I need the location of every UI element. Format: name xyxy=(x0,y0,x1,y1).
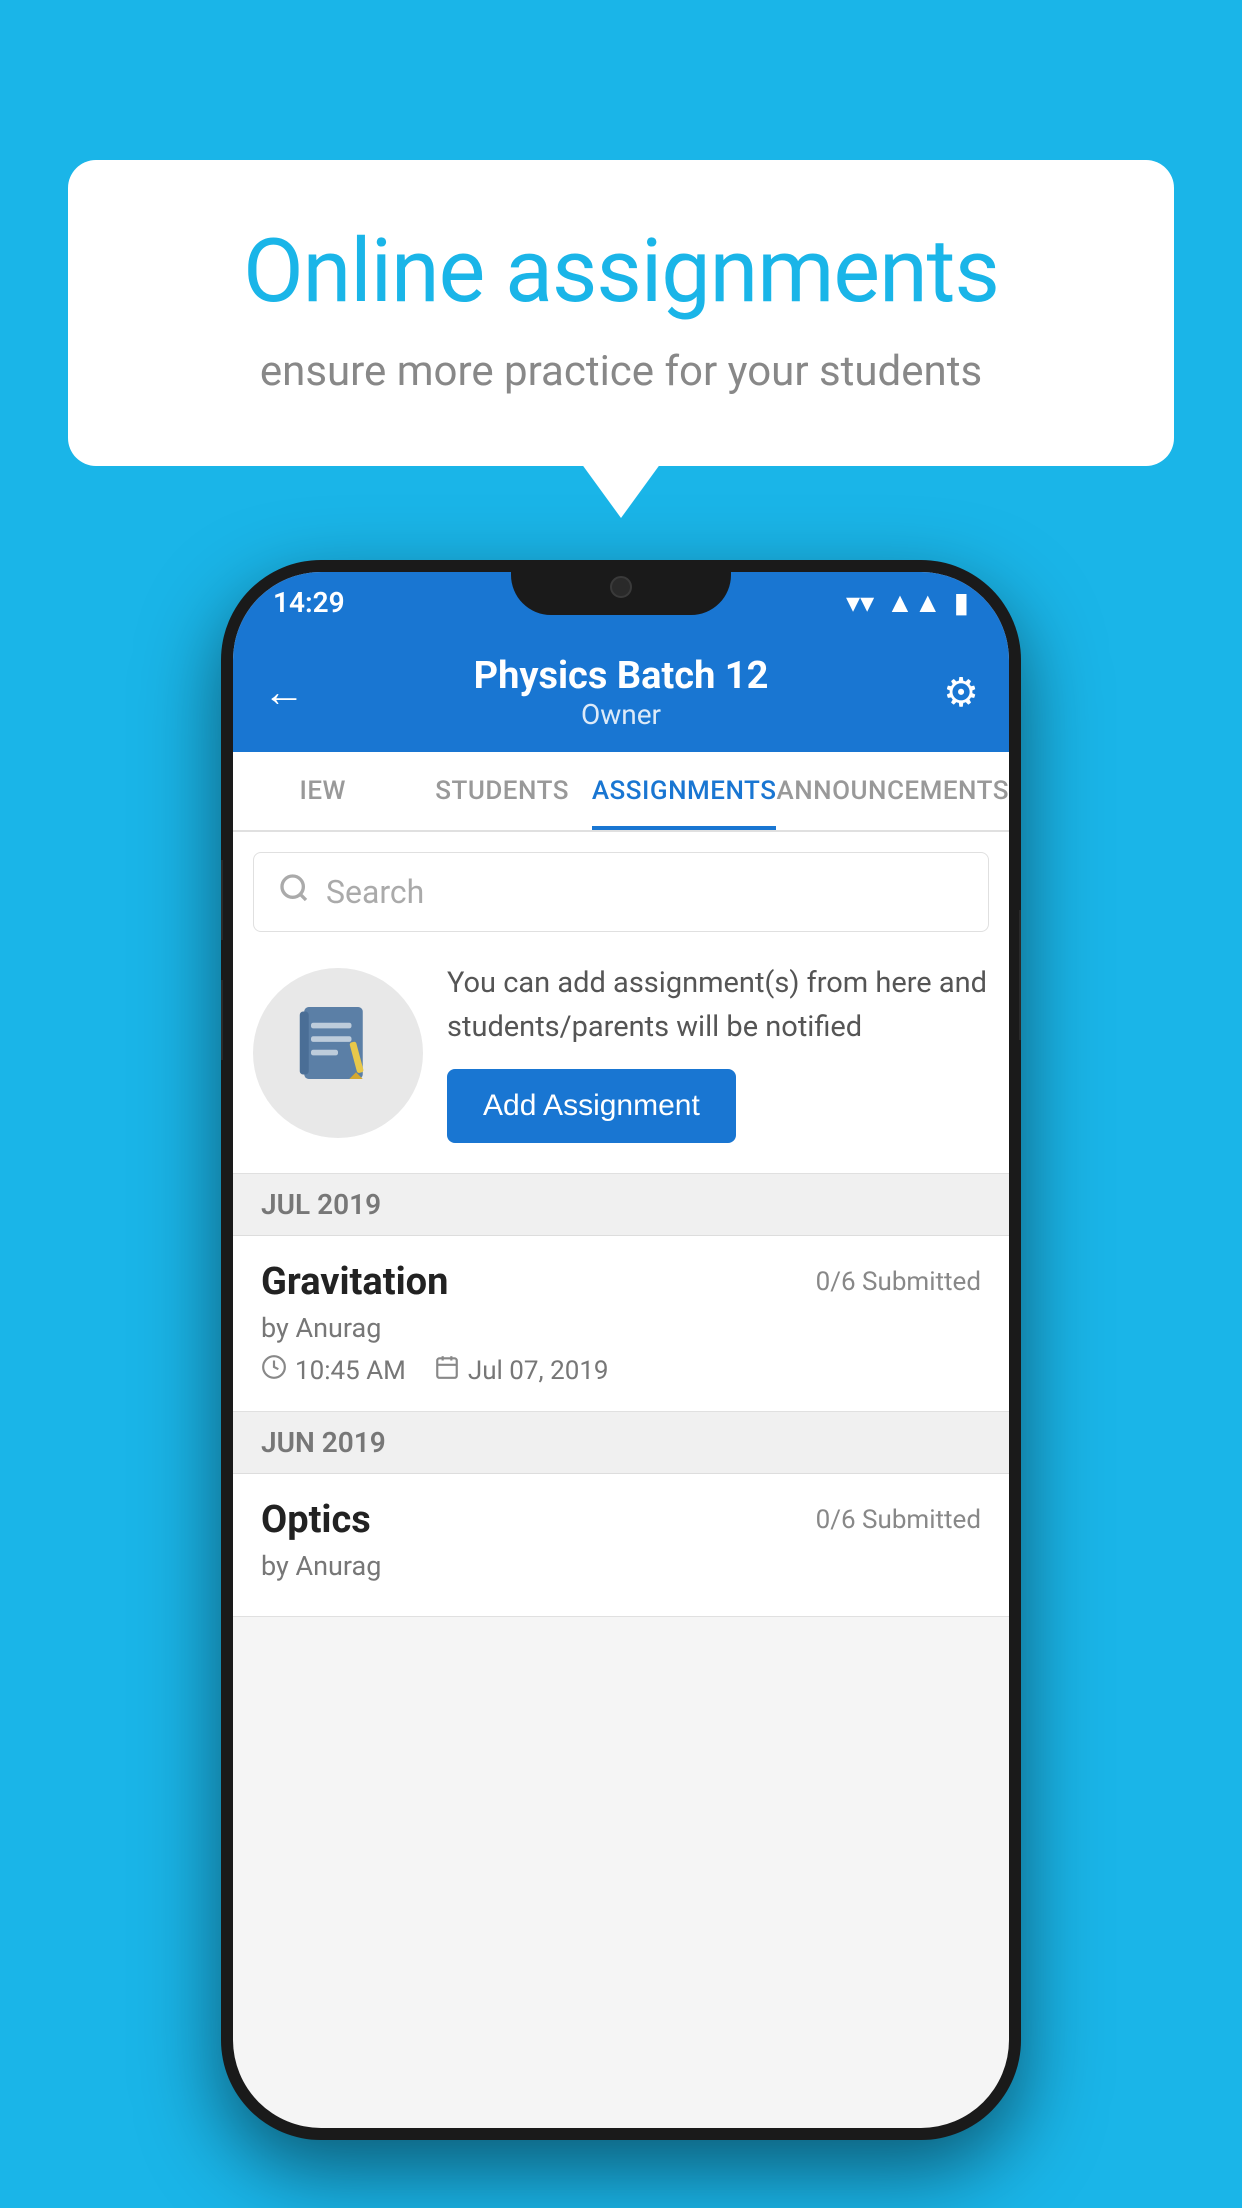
settings-button[interactable]: ⚙ xyxy=(919,669,979,716)
batch-title: Physics Batch 12 xyxy=(323,654,919,698)
assignment-author: by Anurag xyxy=(261,1312,981,1344)
optics-submitted: 0/6 Submitted xyxy=(816,1505,981,1535)
signal-icon: ▲▲ xyxy=(886,586,941,619)
assignment-date: Jul 07, 2019 xyxy=(434,1354,609,1387)
back-icon: ← xyxy=(263,668,305,717)
notebook-icon xyxy=(293,998,383,1108)
assignment-time-value: 10:45 AM xyxy=(295,1356,406,1386)
add-assignment-button[interactable]: Add Assignment xyxy=(447,1069,736,1143)
search-placeholder: Search xyxy=(326,873,424,911)
gear-icon: ⚙ xyxy=(943,669,979,716)
tab-announcements[interactable]: ANNOUNCEMENTS xyxy=(776,752,1009,830)
assignment-time: 10:45 AM xyxy=(261,1354,406,1387)
phone-screen: 14:29 ▾▾ ▲▲ ▮ ← Physics Batch 12 Owner ⚙ xyxy=(233,572,1009,2128)
app-header: ← Physics Batch 12 Owner ⚙ xyxy=(233,632,1009,752)
clock-icon xyxy=(261,1354,287,1387)
phone-notch xyxy=(511,560,731,615)
optics-author: by Anurag xyxy=(261,1550,981,1582)
wifi-icon: ▾▾ xyxy=(846,586,874,619)
battery-icon: ▮ xyxy=(954,586,969,619)
speech-bubble: Online assignments ensure more practice … xyxy=(68,160,1174,466)
speech-bubble-title: Online assignments xyxy=(138,220,1104,323)
phone-frame: 14:29 ▾▾ ▲▲ ▮ ← Physics Batch 12 Owner ⚙ xyxy=(221,560,1021,2140)
back-button[interactable]: ← xyxy=(263,668,323,717)
assignment-meta: 10:45 AM Jul 07, 2019 xyxy=(261,1354,981,1387)
header-center: Physics Batch 12 Owner xyxy=(323,654,919,731)
volume-up-button[interactable] xyxy=(221,860,223,940)
submitted-count: 0/6 Submitted xyxy=(816,1267,981,1297)
search-icon xyxy=(278,872,310,913)
promo-description: You can add assignment(s) from here and … xyxy=(447,962,989,1049)
batch-subtitle: Owner xyxy=(323,698,919,731)
assignment-top: Gravitation 0/6 Submitted xyxy=(261,1260,981,1304)
add-assignment-promo: You can add assignment(s) from here and … xyxy=(233,932,1009,1174)
search-bar[interactable]: Search xyxy=(253,852,989,932)
tab-overview[interactable]: IEW xyxy=(233,752,412,830)
tab-bar: IEW STUDENTS ASSIGNMENTS ANNOUNCEMENTS xyxy=(233,752,1009,832)
speech-bubble-subtitle: ensure more practice for your students xyxy=(138,347,1104,396)
content-area: Search xyxy=(233,832,1009,1617)
promo-icon-circle xyxy=(253,968,423,1138)
status-icons: ▾▾ ▲▲ ▮ xyxy=(846,586,969,619)
power-button[interactable] xyxy=(1019,910,1021,1040)
optics-name: Optics xyxy=(261,1498,371,1542)
calendar-icon xyxy=(434,1354,460,1387)
speech-bubble-container: Online assignments ensure more practice … xyxy=(68,160,1174,466)
assignment-name: Gravitation xyxy=(261,1260,448,1304)
tab-assignments[interactable]: ASSIGNMENTS xyxy=(592,752,777,830)
front-camera xyxy=(610,576,632,598)
promo-right: You can add assignment(s) from here and … xyxy=(447,962,989,1143)
assignment-date-value: Jul 07, 2019 xyxy=(468,1356,609,1386)
tab-students[interactable]: STUDENTS xyxy=(412,752,591,830)
section-jul-2019: JUL 2019 xyxy=(233,1174,1009,1236)
assignment-item[interactable]: Gravitation 0/6 Submitted by Anurag 10:4… xyxy=(233,1236,1009,1412)
volume-down-button[interactable] xyxy=(221,980,223,1060)
section-jun-2019: JUN 2019 xyxy=(233,1412,1009,1474)
assignment-item-optics[interactable]: Optics 0/6 Submitted by Anurag xyxy=(233,1474,1009,1617)
status-time: 14:29 xyxy=(273,586,345,619)
optics-top: Optics 0/6 Submitted xyxy=(261,1498,981,1542)
